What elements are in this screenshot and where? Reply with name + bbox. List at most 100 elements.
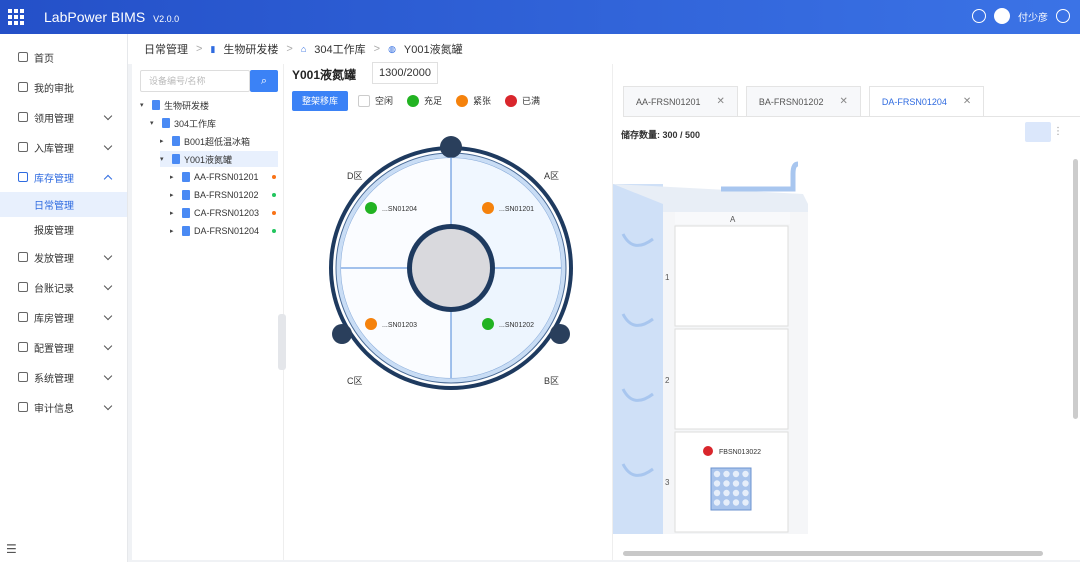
rack-tab[interactable]: AA-FRSN01201 ✕: [623, 86, 738, 116]
tree-node[interactable]: ▾ 304工作库: [150, 115, 216, 131]
tank-handle: [550, 324, 570, 344]
rack-slot[interactable]: [674, 328, 789, 430]
search-input[interactable]: 设备编号/名称: [140, 70, 250, 92]
sidebar-subitem[interactable]: 日常管理: [0, 192, 127, 217]
breadcrumb-item[interactable]: 生物研发楼: [223, 41, 278, 57]
sidebar-item-label: 台账记录: [34, 283, 74, 295]
sidebar-item-label: 系统管理: [34, 373, 74, 385]
expand-icon[interactable]: ▸: [170, 191, 178, 199]
rack-slot[interactable]: [674, 225, 789, 327]
tree-node[interactable]: ▸ CA-FRSN01203: [170, 205, 259, 221]
sidebar-item[interactable]: 库房管理: [0, 302, 127, 332]
tree-node[interactable]: ▸ AA-FRSN01201: [170, 169, 259, 185]
chevron-down-icon: [103, 251, 113, 261]
panel-splitter[interactable]: [278, 314, 286, 370]
expand-icon[interactable]: ▸: [170, 173, 178, 181]
legend-label: 空闲: [375, 96, 394, 106]
rack-label[interactable]: ...SN01202: [499, 322, 534, 329]
move-rack-button[interactable]: 整架移库: [292, 91, 348, 111]
sidebar-subitem[interactable]: 报废管理: [0, 217, 127, 242]
tank-diagram: D区 A区 C区 B区 ...SN01204 ...SN01201 ...SN0…: [329, 136, 573, 390]
tree-node[interactable]: ▸ DA-FRSN01204: [170, 223, 259, 239]
status-legend: 空闲 充足 紧张 已满: [358, 94, 548, 107]
legend-label: 已满: [522, 96, 541, 106]
node-icon: [182, 172, 190, 182]
box-label[interactable]: FBSN013022: [719, 449, 761, 456]
sidebar-item[interactable]: 发放管理: [0, 242, 127, 272]
tree-node-label: B001超低温冰箱: [184, 136, 251, 147]
logout-icon[interactable]: [1056, 9, 1070, 23]
app-version: V2.0.0: [153, 14, 180, 24]
breadcrumb: 日常管理 > ▮ 生物研发楼 > ⌂ 304工作库 > ◍ Y001液氮罐: [128, 34, 1080, 64]
chevron-down-icon: [103, 401, 113, 411]
chevron-down-icon: [103, 141, 113, 151]
sidebar-item-label: 审计信息: [34, 403, 74, 415]
expand-icon[interactable]: ▾: [160, 155, 168, 163]
zone-status-dot[interactable]: [482, 202, 494, 214]
tree-node[interactable]: ▸ B001超低温冰箱: [160, 133, 250, 149]
tree-node[interactable]: ▸ BA-FRSN01202: [170, 187, 259, 203]
node-icon: [182, 190, 190, 200]
rack-label[interactable]: ...SN01201: [499, 206, 534, 213]
rack-label[interactable]: ...SN01203: [382, 322, 417, 329]
box-status-dot: [703, 446, 713, 456]
expand-icon[interactable]: ▸: [170, 227, 178, 235]
legend-swatch: [456, 94, 469, 107]
claim-icon: [18, 112, 28, 122]
legend-item: 充足: [407, 94, 442, 107]
tank-title: Y001液氮罐: [292, 68, 357, 82]
rack-tab[interactable]: DA-FRSN01204 ✕: [868, 86, 985, 117]
chevron-down-icon: [103, 111, 113, 121]
rack-tab[interactable]: BA-FRSN01202 ✕: [745, 86, 861, 117]
sidebar-item-label: 库房管理: [34, 313, 74, 325]
breadcrumb-item[interactable]: Y001液氮罐: [404, 41, 463, 57]
sidebar-item[interactable]: 台账记录: [0, 272, 127, 302]
sidebar-item[interactable]: 系统管理: [0, 362, 127, 392]
sidebar-item[interactable]: 配置管理: [0, 332, 127, 362]
tree-node[interactable]: ▾ 生物研发楼: [140, 97, 209, 113]
zone-status-dot[interactable]: [482, 318, 494, 330]
vertical-scrollbar[interactable]: [1073, 159, 1078, 419]
breadcrumb-item[interactable]: 日常管理: [144, 41, 188, 57]
row-number: 3: [665, 478, 670, 487]
rack-tabs: AA-FRSN01201 ✕ BA-FRSN01202 ✕ DA-FRSN01204 ✕: [623, 86, 992, 116]
close-icon[interactable]: ✕: [839, 87, 847, 117]
breadcrumb-item[interactable]: 304工作库: [314, 41, 365, 57]
sidebar-item[interactable]: 首页: [0, 42, 127, 72]
legend-swatch: [407, 94, 420, 107]
grid-view-button[interactable]: [1025, 122, 1051, 142]
expand-icon[interactable]: ▸: [170, 209, 178, 217]
expand-icon[interactable]: ▾: [150, 119, 158, 127]
app-logo: LabPower BIMS V2.0.0: [44, 9, 179, 25]
zone-status-dot[interactable]: [365, 318, 377, 330]
warehouse-icon: [18, 312, 28, 322]
sidebar-item[interactable]: 审计信息: [0, 392, 127, 422]
message-icon[interactable]: [972, 9, 986, 23]
sidebar-item[interactable]: 库存管理: [0, 162, 127, 192]
sidebar-item[interactable]: 领用管理: [0, 102, 127, 132]
expand-icon[interactable]: ▾: [140, 101, 148, 109]
list-view-icon[interactable]: ⋮: [1053, 126, 1063, 137]
sidebar-item[interactable]: 我的审批: [0, 72, 127, 102]
status-dot: [272, 229, 276, 233]
dispatch-icon: [18, 252, 28, 262]
app-grid-icon[interactable]: [8, 9, 24, 25]
horizontal-scrollbar[interactable]: [623, 551, 1043, 556]
close-icon[interactable]: ✕: [717, 87, 725, 117]
legend-item: 紧张: [456, 94, 491, 107]
chevron-down-icon: [103, 341, 113, 351]
collapse-menu-icon[interactable]: ☰: [6, 542, 17, 556]
tree-node[interactable]: ▾ Y001液氮罐: [160, 151, 278, 167]
config-icon: [18, 342, 28, 352]
avatar[interactable]: [994, 8, 1010, 24]
expand-icon[interactable]: ▸: [160, 137, 168, 145]
zone-status-dot[interactable]: [365, 202, 377, 214]
user-name[interactable]: 付少彦: [1018, 9, 1048, 24]
sidebar-item-label: 库存管理: [34, 173, 74, 185]
close-icon[interactable]: ✕: [963, 87, 971, 117]
rack-label[interactable]: ...SN01204: [382, 206, 417, 213]
tree-node-label: 生物研发楼: [164, 100, 210, 111]
search-button[interactable]: ⌕: [250, 70, 278, 92]
inbound-icon: [18, 142, 28, 152]
sidebar-item[interactable]: 入库管理: [0, 132, 127, 162]
